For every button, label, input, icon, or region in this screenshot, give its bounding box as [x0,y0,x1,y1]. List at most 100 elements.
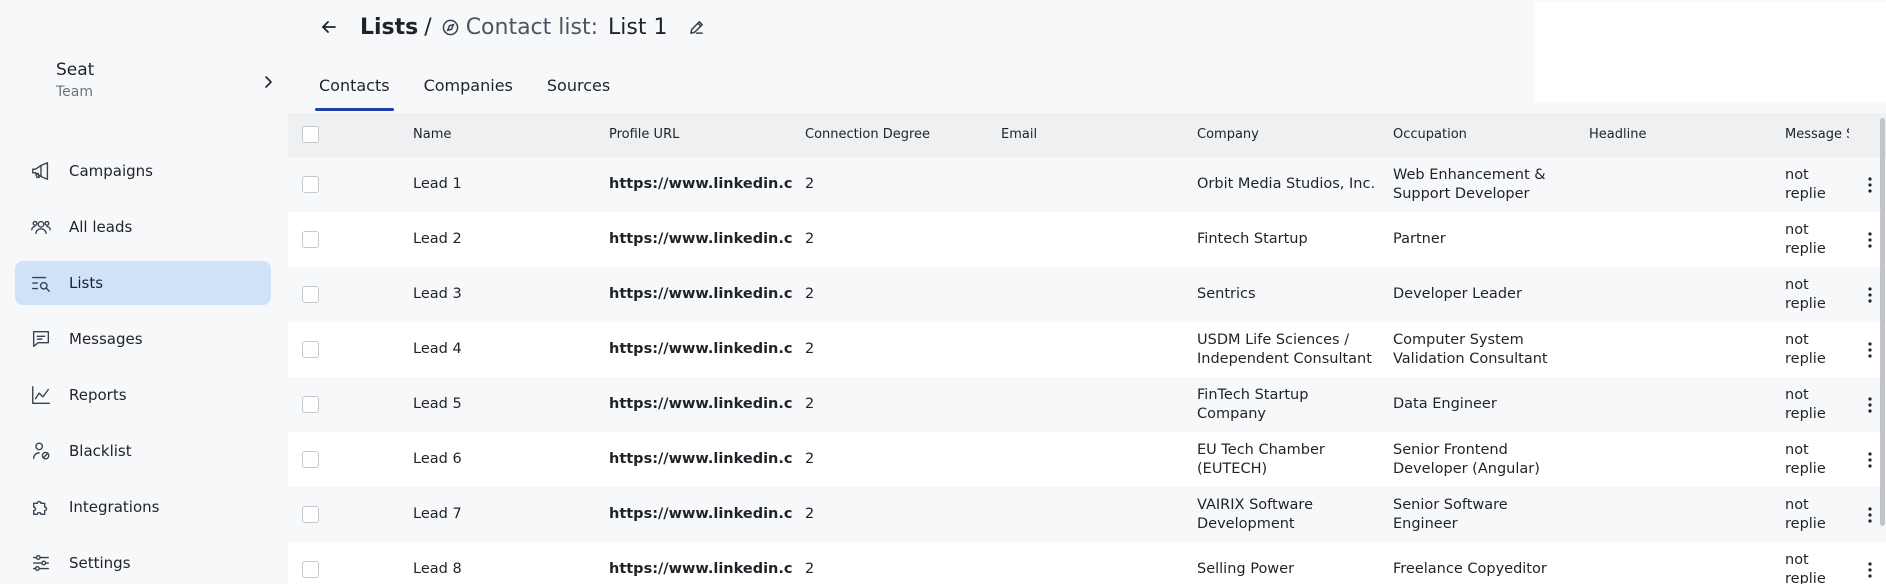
row-checkbox[interactable] [302,286,319,303]
main-content: Lists / Contact list: List 1 Contacts Co… [288,0,1886,584]
column-header-profile-url[interactable]: Profile URL [609,113,789,157]
sidebar-item-settings[interactable]: Settings [15,541,271,584]
edit-list-name-button[interactable] [685,16,707,38]
column-header-name[interactable]: Name [413,113,593,157]
row-menu-button[interactable] [1860,212,1880,267]
cell-occupation: Senior Frontend Developer (Angular) [1393,441,1540,477]
app-window: Seat Team Campaigns All leads Lists Mess… [0,0,1886,584]
cell-headline [1589,377,1769,432]
cell-message-status: not replie [1785,331,1826,367]
cell-headline [1589,322,1769,377]
row-menu-button[interactable] [1860,542,1880,584]
row-checkbox[interactable] [302,561,319,578]
sidebar-item-lists[interactable]: Lists [15,261,271,305]
message-icon [29,327,53,351]
sidebar-item-label: Settings [69,554,131,572]
tab-contacts[interactable]: Contacts [315,76,394,111]
cell-profile-url[interactable]: https://www.linkedin.com/in [609,487,792,542]
row-checkbox[interactable] [302,176,319,193]
cell-email [1001,487,1181,542]
table-row[interactable]: Lead 3 https://www.linkedin.com/in 2 Sentri… [288,267,1886,322]
table-row[interactable]: Lead 2 https://www.linkedin.com/in 2 Fintec… [288,212,1886,267]
row-menu-button[interactable] [1860,432,1880,487]
column-header-headline[interactable]: Headline [1589,113,1769,157]
cell-email [1001,267,1181,322]
sidebar-item-label: All leads [69,218,133,236]
cell-profile-url[interactable]: https://www.linkedin.com/in [609,377,792,432]
column-header-message-status[interactable]: Message S [1785,113,1849,157]
sidebar-item-blacklist[interactable]: Blacklist [15,429,271,473]
more-vertical-icon [1868,396,1872,413]
chevron-right-icon [265,76,272,88]
column-header-company[interactable]: Company [1197,113,1377,157]
cell-message-status: not replie [1785,166,1826,202]
sidebar-item-all-leads[interactable]: All leads [15,205,271,249]
table-row[interactable]: Lead 7 https://www.linkedin.com/in 2 VAIRIX… [288,487,1886,542]
sidebar-item-campaigns[interactable]: Campaigns [15,149,271,193]
table-header: Name Profile URL Connection Degree Email… [288,113,1886,157]
cell-message-status: not replie [1785,441,1826,477]
row-checkbox[interactable] [302,451,319,468]
column-header-connection-degree[interactable]: Connection Degree [805,113,985,157]
table-row[interactable]: Lead 8 https://www.linkedin.com/in 2 Sellin… [288,542,1886,584]
row-checkbox[interactable] [302,341,319,358]
row-menu-button[interactable] [1860,322,1880,377]
cell-connection-degree: 2 [805,341,815,357]
breadcrumb-lists-link[interactable]: Lists [360,15,418,40]
users-icon [29,215,53,239]
sidebar-item-label: Reports [69,386,127,404]
breadcrumb: Lists / Contact list: List 1 [360,12,707,42]
vertical-scrollbar[interactable] [1880,118,1885,526]
cell-connection-degree: 2 [805,396,815,412]
more-vertical-icon [1868,286,1872,303]
cell-occupation: Web Enhancement & Support Developer [1393,166,1546,202]
list-search-icon [29,271,53,295]
row-menu-button[interactable] [1860,487,1880,542]
contact-list-icon [442,18,460,36]
table-row[interactable]: Lead 1 https://www.linkedin.com/in 2 Orbit … [288,157,1886,212]
sidebar: Seat Team Campaigns All leads Lists Mess… [0,0,288,584]
team-switcher[interactable]: Seat Team [56,60,276,106]
tab-sources[interactable]: Sources [545,76,612,108]
row-checkbox[interactable] [302,506,319,523]
cell-message-status: not replie [1785,496,1826,532]
sidebar-item-messages[interactable]: Messages [15,317,271,361]
more-vertical-icon [1868,341,1872,358]
table-row[interactable]: Lead 4 https://www.linkedin.com/in 2 USDM L… [288,322,1886,377]
column-header-email[interactable]: Email [1001,113,1181,157]
cell-message-status: not replie [1785,221,1826,257]
select-all-checkbox[interactable] [302,126,319,143]
row-menu-button[interactable] [1860,267,1880,322]
cell-profile-url[interactable]: https://www.linkedin.com/in [609,157,792,212]
cell-profile-url[interactable]: https://www.linkedin.com/in [609,432,792,487]
table-row[interactable]: Lead 6 https://www.linkedin.com/in 2 EU Tec… [288,432,1886,487]
list-kind-label: Contact list: [465,14,598,40]
sidebar-item-reports[interactable]: Reports [15,373,271,417]
column-header-occupation[interactable]: Occupation [1393,113,1573,157]
sidebar-item-integrations[interactable]: Integrations [15,485,271,529]
user-block-icon [29,439,53,463]
row-checkbox[interactable] [302,396,319,413]
table-row[interactable]: Lead 5 https://www.linkedin.com/in 2 FinTec… [288,377,1886,432]
cell-connection-degree: 2 [805,176,815,192]
cell-profile-url[interactable]: https://www.linkedin.com/in [609,322,792,377]
cell-profile-url[interactable]: https://www.linkedin.com/in [609,212,792,267]
cell-name: Lead 7 [413,506,462,522]
arrow-left-icon [322,21,336,33]
more-vertical-icon [1868,451,1872,468]
back-button[interactable] [316,14,342,40]
cell-company: Orbit Media Studios, Inc. [1197,176,1376,192]
cell-connection-degree: 2 [805,561,815,577]
cell-profile-url[interactable]: https://www.linkedin.com/in [609,542,792,584]
row-menu-button[interactable] [1860,157,1880,212]
cell-profile-url[interactable]: https://www.linkedin.com/in [609,267,792,322]
cell-message-status: not replie [1785,276,1826,312]
sidebar-item-label: Messages [69,330,143,348]
row-menu-button[interactable] [1860,377,1880,432]
cell-occupation: Data Engineer [1393,396,1497,412]
sliders-icon [29,551,53,575]
row-checkbox[interactable] [302,231,319,248]
tab-companies[interactable]: Companies [422,76,515,108]
cell-email [1001,377,1181,432]
cell-email [1001,322,1181,377]
